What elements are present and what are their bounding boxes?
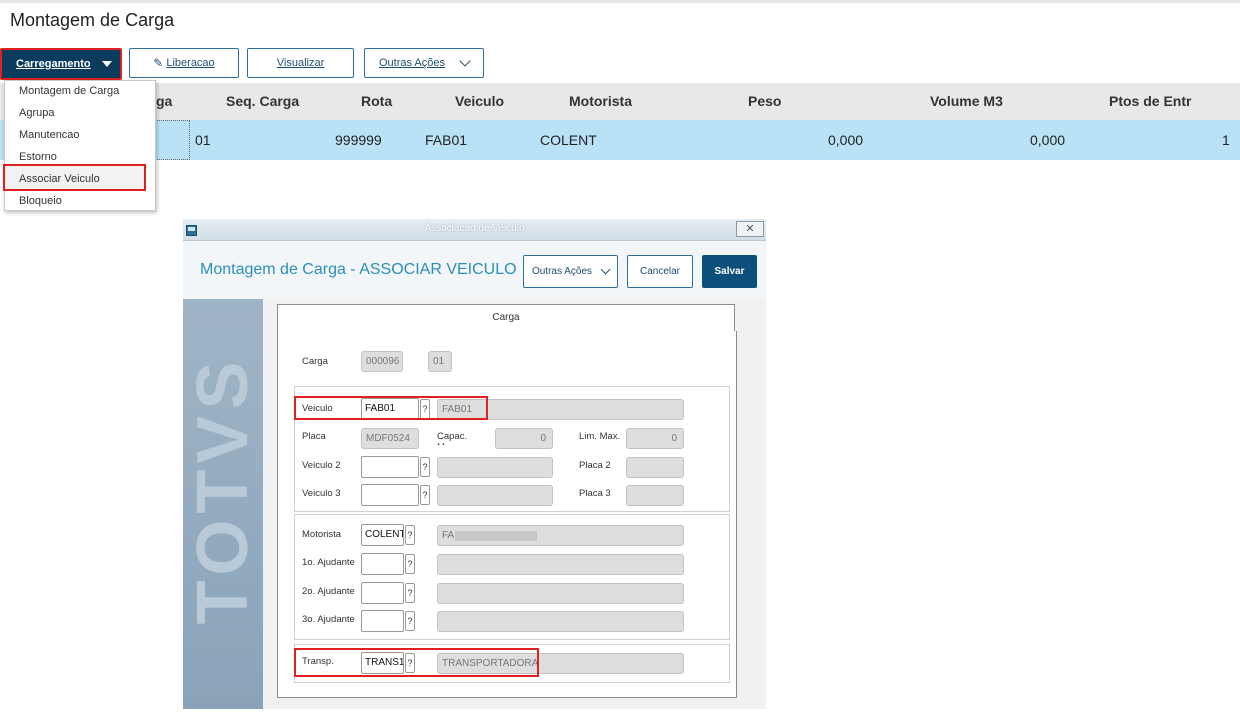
- veiculo3-lookup-button[interactable]: ?: [420, 485, 430, 505]
- ajudante1-label: 1o. Ajudante: [302, 557, 355, 568]
- liberacao-label: Liberacao: [166, 57, 215, 69]
- associar-veiculo-dialog: Associacao de Veiculo ✕ Montagem de Carg…: [183, 219, 766, 709]
- table-row[interactable]: 01 999999 FAB01 COLENT 0,000 0,000 1: [0, 120, 1240, 160]
- redacted-name: [455, 531, 537, 541]
- motorista-label: Motorista: [302, 529, 342, 540]
- cancelar-button[interactable]: Cancelar: [627, 255, 693, 288]
- veiculo3-label: Veiculo 3: [302, 488, 341, 499]
- veiculo-highlight: [294, 396, 488, 420]
- cell-motorista: COLENT: [540, 132, 597, 148]
- dialog-header: Montagem de Carga - ASSOCIAR VEICULO Out…: [183, 241, 766, 299]
- lim-max-label: Lim. Max.: [579, 431, 621, 442]
- ajudante2-label: 2o. Ajudante: [302, 586, 355, 597]
- salvar-button[interactable]: Salvar: [702, 255, 757, 288]
- veiculo2-input[interactable]: [361, 456, 419, 478]
- veiculo2-label: Veiculo 2: [302, 460, 341, 471]
- ajudante3-lookup-button[interactable]: ?: [405, 611, 415, 631]
- menu-item-agrupa[interactable]: Agrupa: [19, 107, 54, 119]
- capac-max-label: Capac. Max: [437, 431, 468, 445]
- col-header-veiculo[interactable]: Veiculo: [455, 93, 504, 109]
- carga-panel: Carga 000096 01 Veiculo FAB01 ? FAB01 Pl…: [277, 331, 737, 698]
- placa-label: Placa: [302, 431, 326, 442]
- ajudante1-lookup-button[interactable]: ?: [405, 554, 415, 574]
- transp-highlight: [294, 648, 539, 677]
- placa2-label: Placa 2: [579, 460, 611, 471]
- brand-sidebar: TOTVS: [183, 299, 263, 709]
- grid-header: ga Seq. Carga Rota Veiculo Motorista Pes…: [0, 83, 1240, 120]
- col-header-volume-m3[interactable]: Volume M3: [930, 93, 1003, 109]
- col-header-seq-carga[interactable]: Seq. Carga: [226, 93, 299, 109]
- carregamento-menu: Montagem de Carga Agrupa Manutencao Esto…: [3, 80, 156, 211]
- window-title: Associacao de Veiculo: [424, 223, 525, 234]
- visualizar-button[interactable]: Visualizar: [247, 48, 354, 78]
- menu-item-associar-veiculo[interactable]: Associar Veiculo: [19, 173, 100, 185]
- col-header-peso[interactable]: Peso: [748, 93, 781, 109]
- carga-numero-field: 000096: [361, 351, 403, 372]
- visualizar-label: Visualizar: [276, 57, 325, 69]
- carga-label: Carga: [302, 356, 328, 367]
- menu-item-montagem-de-carga[interactable]: Montagem de Carga: [19, 85, 119, 97]
- cell-volume-m3: 0,000: [1030, 132, 1066, 148]
- placa3-field: [626, 485, 684, 506]
- cell-ptos-entr: 1: [1222, 132, 1230, 148]
- outras-acoes-button[interactable]: Outras Ações: [364, 48, 484, 78]
- ajudante2-input[interactable]: [361, 582, 404, 604]
- caret-down-icon: [102, 61, 112, 67]
- ajudante1-nome-field: [437, 554, 684, 575]
- col-header-rota[interactable]: Rota: [361, 93, 392, 109]
- row-focus-cell[interactable]: [153, 120, 190, 160]
- menu-item-bloqueio[interactable]: Bloqueio: [19, 195, 62, 207]
- cell-seq-carga: 01: [195, 132, 211, 148]
- ajudante2-nome-field: [437, 583, 684, 604]
- dialog-outras-acoes-label: Outras Ações: [531, 266, 593, 277]
- carregamento-button[interactable]: Carregamento: [0, 48, 122, 80]
- liberacao-button[interactable]: ✎ Liberacao: [129, 48, 239, 78]
- cell-veiculo: FAB01: [425, 132, 468, 148]
- ajudante2-lookup-button[interactable]: ?: [405, 583, 415, 603]
- motorista-lookup-button[interactable]: ?: [405, 525, 415, 545]
- cell-peso: 0,000: [828, 132, 864, 148]
- ajudante3-input[interactable]: [361, 610, 404, 632]
- chevron-down-icon: [459, 55, 471, 67]
- dialog-content: Carga Carga 000096 01 Veiculo FAB01 ? FA…: [263, 299, 766, 709]
- col-header-ptos-entr[interactable]: Ptos de Entr: [1109, 93, 1191, 109]
- carga-seq-field: 01: [428, 351, 452, 372]
- veiculo2-lookup-button[interactable]: ?: [420, 457, 430, 477]
- veiculo3-descricao-field: [437, 485, 553, 506]
- placa3-label: Placa 3: [579, 488, 611, 499]
- page-title: Montagem de Carga: [10, 10, 175, 30]
- top-border: [0, 0, 1240, 3]
- col-header[interactable]: ga: [156, 93, 172, 109]
- chevron-down-icon: [600, 264, 611, 275]
- placa2-field: [626, 457, 684, 478]
- pencil-icon: ✎: [153, 56, 164, 70]
- menu-item-estorno[interactable]: Estorno: [19, 151, 57, 163]
- carregamento-label: Carregamento: [16, 58, 91, 70]
- cell-rota: 999999: [335, 132, 382, 148]
- close-icon[interactable]: ✕: [736, 221, 764, 237]
- outras-acoes-label: Outras Ações: [378, 57, 446, 69]
- menu-item-manutencao[interactable]: Manutencao: [19, 129, 80, 141]
- lim-max-field: 0: [626, 428, 684, 449]
- col-header-motorista[interactable]: Motorista: [569, 93, 632, 109]
- tab-carga[interactable]: Carga: [277, 304, 735, 332]
- ajudante1-input[interactable]: [361, 553, 404, 575]
- window-titlebar: Associacao de Veiculo ✕: [183, 219, 766, 241]
- dialog-title: Montagem de Carga - ASSOCIAR VEICULO: [200, 261, 517, 278]
- totvs-watermark: TOTVS: [183, 355, 263, 625]
- capac-max-field: 0: [495, 428, 553, 449]
- ajudante3-label: 3o. Ajudante: [302, 614, 355, 625]
- motorista-input[interactable]: COLENT: [361, 524, 404, 546]
- dialog-outras-acoes-button[interactable]: Outras Ações: [523, 255, 618, 288]
- veiculo2-descricao-field: [437, 457, 553, 478]
- veiculo3-input[interactable]: [361, 484, 419, 506]
- placa-field: MDF0524: [361, 428, 419, 449]
- ajudante3-nome-field: [437, 611, 684, 632]
